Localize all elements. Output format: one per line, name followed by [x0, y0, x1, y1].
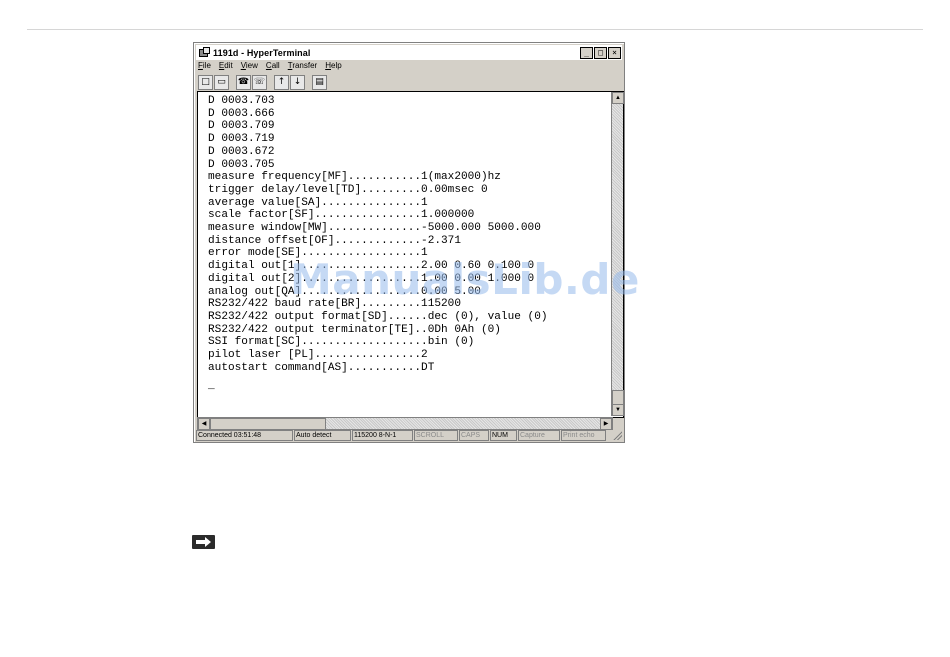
open-icon[interactable]: ▭ [214, 74, 229, 90]
note-arrow-icon [192, 535, 215, 549]
terminal-line: D 0003.672 [208, 145, 275, 158]
window-controls: _ □ × [579, 46, 621, 59]
terminal-line: error mode[SE]..................1 [208, 247, 428, 260]
terminal-line: autostart command[AS]...........DT [208, 361, 435, 374]
terminal-line: pilot laser [PL]................2 [208, 349, 428, 362]
status-num: NUM [490, 430, 517, 441]
scroll-down-icon[interactable]: ▼ [612, 404, 624, 416]
maximize-button[interactable]: □ [594, 46, 607, 59]
connect-icon[interactable]: ☏ [252, 74, 267, 90]
menu-call[interactable]: Call [266, 61, 280, 73]
menu-bar: File Edit View Call Transfer Help [198, 61, 342, 73]
title-bar[interactable]: 1191d - HyperTerminal _ □ × [196, 45, 622, 60]
send-icon[interactable]: ↑ [274, 74, 289, 90]
terminal-line: D 0003.709 [208, 120, 275, 133]
terminal-line: RS232/422 output format[SD]......dec (0)… [208, 310, 548, 323]
terminal-line: scale factor[SF]................1.000000 [208, 209, 475, 222]
terminal-line: distance offset[OF].............-2.371 [208, 234, 461, 247]
menu-view[interactable]: View [241, 61, 258, 73]
page-top-rule [27, 29, 923, 30]
scroll-left-icon[interactable]: ◀ [198, 418, 210, 430]
menu-transfer[interactable]: Transfer [288, 61, 318, 73]
status-print-echo: Print echo [561, 430, 606, 441]
terminal-line: average value[SA]...............1 [208, 196, 428, 209]
terminal-lines: D 0003.703 D 0003.666 D 0003.709 D 0003.719… [208, 95, 548, 374]
hyperterminal-app-icon[interactable] [198, 47, 210, 58]
terminal-line: measure window[MW]..............-5000.00… [208, 222, 541, 235]
terminal-line: RS232/422 output terminator[TE]..0Dh 0Ah… [208, 323, 501, 336]
status-auto-detect: Auto detect [294, 430, 351, 441]
hyperterminal-window: 1191d - HyperTerminal _ □ × File Edit Vi… [193, 42, 625, 443]
status-capture: Capture [518, 430, 560, 441]
terminal-cursor: _ [208, 380, 215, 392]
terminal-output[interactable]: D 0003.703 D 0003.666 D 0003.709 D 0003.719… [197, 91, 624, 418]
status-connected: Connected 03:51:48 [196, 430, 293, 441]
menu-file[interactable]: File [198, 61, 211, 73]
vertical-scroll-thumb[interactable] [612, 390, 624, 405]
properties-icon[interactable]: ▤ [312, 74, 327, 90]
terminal-line: D 0003.705 [208, 158, 275, 171]
scroll-up-icon[interactable]: ▲ [612, 92, 624, 104]
status-caps: CAPS [459, 430, 489, 441]
terminal-line: RS232/422 baud rate[BR].........115200 [208, 298, 461, 311]
receive-icon[interactable]: ↓ [290, 74, 305, 90]
menu-help[interactable]: Help [325, 61, 341, 73]
terminal-line: analog out[QA]..................0.00 5.0… [208, 285, 481, 298]
menu-edit[interactable]: Edit [219, 61, 233, 73]
terminal-line: SSI format[SC]...................bin (0) [208, 336, 475, 349]
vertical-scrollbar[interactable]: ▲ ▼ [611, 92, 624, 416]
status-bar: Connected 03:51:48 Auto detect 115200 8-… [196, 430, 607, 441]
toolbar: □ ▭ ☎ ☏ ↑ ↓ ▤ [198, 74, 327, 90]
horizontal-scroll-thumb[interactable] [210, 418, 326, 430]
terminal-line: digital out[2]..................1.00 0.0… [208, 272, 535, 285]
minimize-button[interactable]: _ [580, 46, 593, 59]
scroll-right-icon[interactable]: ▶ [600, 418, 612, 430]
terminal-line: D 0003.703 [208, 95, 275, 107]
terminal-line: trigger delay/level[TD].........0.00msec… [208, 183, 488, 196]
status-scroll: SCROLL [414, 430, 458, 441]
window-title: 1191d - HyperTerminal [213, 47, 311, 58]
resize-grip-icon[interactable] [613, 431, 622, 440]
terminal-line: digital out[1]..................2.00 0.6… [208, 260, 535, 273]
disconnect-icon[interactable]: ☎ [236, 74, 251, 90]
terminal-line: measure frequency[MF]...........1(max200… [208, 171, 501, 184]
status-port-settings: 115200 8-N-1 [352, 430, 413, 441]
terminal-line: D 0003.719 [208, 133, 275, 146]
terminal-line: D 0003.666 [208, 107, 275, 120]
new-icon[interactable]: □ [198, 74, 213, 90]
horizontal-scrollbar[interactable]: ◀ ▶ [197, 417, 613, 430]
close-button[interactable]: × [608, 46, 621, 59]
